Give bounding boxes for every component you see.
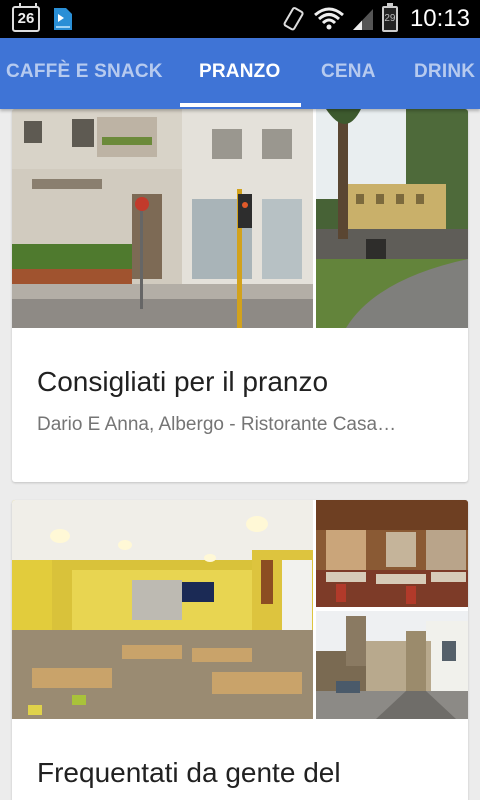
calendar-day: 26 [17, 10, 35, 27]
vibrate-icon [283, 7, 304, 31]
wifi-icon [313, 7, 344, 30]
clock: 10:13 [409, 5, 470, 32]
tab-drink[interactable]: DRINK [414, 38, 475, 109]
recommendation-card-lunch[interactable]: Consigliati per il pranzo Dario E Anna, … [12, 109, 468, 482]
calendar-icon: 26 [12, 3, 40, 32]
card-title: Consigliati per il pranzo [37, 366, 329, 397]
street-storefront-photo [12, 109, 313, 328]
category-tab-bar: CAFFÈ E SNACK PRANZO CENA DRINK [0, 38, 480, 109]
status-icons: 29 10:13 [282, 0, 470, 38]
street-view-photo [316, 611, 468, 719]
tab-cena[interactable]: CENA [321, 38, 376, 109]
card-title: Frequentati da gente del [37, 757, 341, 788]
active-tab-indicator [180, 103, 301, 107]
recommendation-card-locals[interactable]: Frequentati da gente del [12, 500, 468, 800]
villa-driveway-photo [316, 109, 468, 328]
status-bar: 26 29 10:13 [0, 0, 480, 38]
sim-card-icon [54, 8, 72, 30]
tab-pranzo[interactable]: PRANZO [199, 38, 280, 109]
card-subtitle: Dario E Anna, Albergo - Ristorante Casa… [37, 414, 397, 435]
tab-caffe-e-snack[interactable]: CAFFÈ E SNACK [6, 38, 163, 109]
restaurant-dining-photo [316, 500, 468, 607]
battery-level: 29 [384, 13, 396, 24]
signal-icon [352, 9, 373, 30]
cafe-interior-photo [12, 500, 313, 719]
battery-icon: 29 [381, 3, 398, 32]
